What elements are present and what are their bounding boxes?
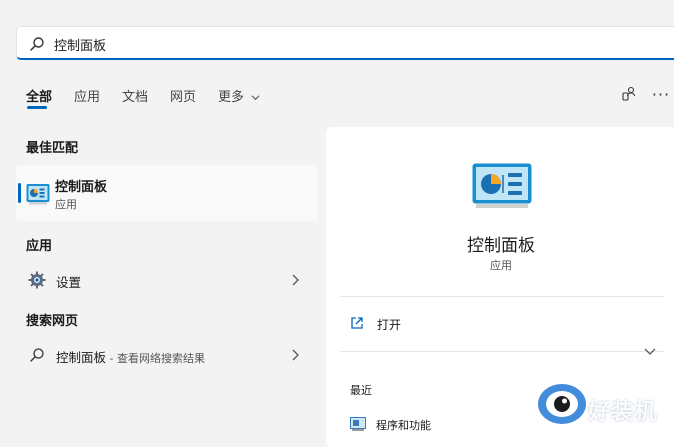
tab-apps[interactable]: 应用 [74,86,100,105]
tab-more-label: 更多 [218,90,245,105]
divider [340,296,664,297]
best-match-item[interactable]: 控制面板 应用 [16,165,318,221]
control-panel-icon [26,184,50,205]
divider [340,351,664,352]
account-switch-icon [622,86,636,101]
search-box[interactable]: 控制面板 [16,26,674,60]
more-options-icon: ··· [651,84,671,104]
apps-header: 应用 [26,239,53,254]
gear-icon [28,271,46,289]
web-search-query: 控制面板 [56,350,107,365]
list-item-label: 设置 [56,275,82,290]
chevron-right-icon [292,274,299,286]
watermark-text: 好装机 [588,400,658,425]
open-action-label: 打开 [377,318,402,332]
tab-all[interactable]: 全部 [26,86,52,105]
chevron-down-icon[interactable] [644,346,656,356]
recent-item-label: 程序和功能 [376,419,431,432]
watermark-eye-icon [538,384,586,424]
tab-web[interactable]: 网页 [170,86,196,105]
watermark-logo: 好装机 [536,378,674,432]
recent-header: 最近 [350,384,372,397]
account-switch-button[interactable] [618,84,640,104]
tab-documents[interactable]: 文档 [122,86,148,105]
list-item-web-search[interactable]: 控制面板 - 查看网络搜索结果 [16,340,318,370]
best-match-header: 最佳匹配 [26,141,79,156]
preview-subtitle: 应用 [490,259,512,272]
web-search-label: 控制面板 - 查看网络搜索结果 [56,347,205,366]
active-tab-indicator [27,106,47,109]
web-search-suffix: - 查看网络搜索结果 [106,352,205,365]
control-panel-icon [472,163,532,208]
more-options-button[interactable]: ··· [650,84,672,104]
programs-features-icon [350,417,366,431]
open-action[interactable]: 打开 [340,313,664,335]
tab-more[interactable]: 更多 [218,86,260,105]
best-match-subtitle: 应用 [55,198,77,211]
chevron-down-icon [251,95,260,101]
list-item-settings[interactable]: 设置 [16,265,318,295]
chevron-right-icon [292,349,299,361]
search-icon [30,37,44,51]
selection-indicator [18,183,21,203]
search-icon [30,348,44,362]
web-search-header: 搜索网页 [26,314,79,329]
open-external-icon [351,317,363,329]
best-match-title: 控制面板 [55,180,108,195]
search-input[interactable]: 控制面板 [54,35,106,54]
preview-title: 控制面板 [467,236,535,256]
